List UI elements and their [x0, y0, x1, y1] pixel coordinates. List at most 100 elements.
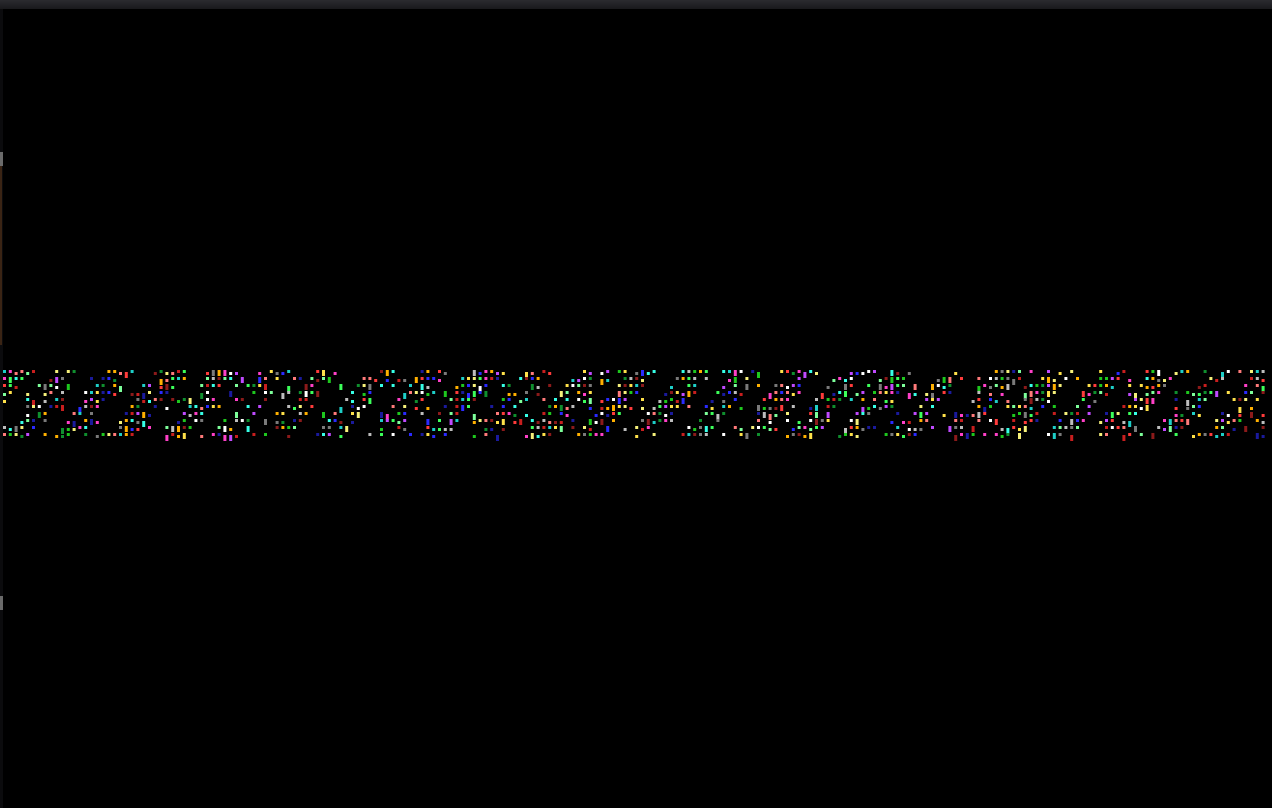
band-pixel: [264, 398, 267, 401]
band-pixel: [426, 370, 430, 373]
band-pixel: [890, 370, 894, 376]
band-pixel: [182, 433, 186, 439]
band-pixel: [420, 391, 424, 394]
band-pixel: [438, 419, 441, 422]
band-pixel: [873, 370, 876, 373]
band-pixel: [124, 372, 128, 378]
band-pixel: [322, 370, 325, 376]
band-pixel: [1226, 421, 1230, 424]
band-pixel: [484, 428, 488, 431]
band-pixel: [1029, 419, 1033, 422]
band-pixel: [1110, 426, 1114, 429]
band-pixel: [107, 370, 111, 373]
band-pixel: [206, 384, 209, 387]
band-pixel: [211, 370, 215, 376]
window-title-bar[interactable]: [0, 0, 1272, 9]
band-pixel: [1180, 426, 1184, 429]
band-pixel: [496, 377, 499, 380]
band-pixel: [513, 393, 517, 396]
band-pixel: [704, 370, 708, 373]
band-pixel: [832, 393, 836, 396]
band-pixel: [194, 412, 198, 415]
band-pixel: [148, 400, 151, 403]
band-pixel: [287, 435, 291, 438]
band-pixel: [472, 377, 476, 380]
band-pixel: [426, 377, 430, 380]
band-pixel: [1076, 405, 1079, 408]
band-pixel: [809, 412, 813, 415]
band-pixel: [136, 428, 140, 431]
band-pixel: [356, 407, 360, 410]
band-pixel: [815, 412, 818, 418]
band-pixel: [513, 414, 517, 417]
band-pixel: [84, 426, 88, 429]
band-pixel: [519, 400, 523, 403]
band-pixel: [530, 372, 534, 375]
band-pixel: [774, 407, 778, 410]
band-pixel: [693, 428, 697, 431]
band-pixel: [960, 414, 963, 417]
colored-pixel-band: [3, 370, 1265, 441]
band-pixel: [623, 384, 627, 387]
band-pixel: [1052, 379, 1056, 382]
band-pixel: [774, 398, 778, 401]
band-pixel: [884, 391, 888, 394]
band-pixel: [699, 433, 702, 436]
band-pixel: [687, 405, 691, 408]
band-pixel: [728, 379, 731, 382]
band-pixel: [37, 405, 41, 408]
band-pixel: [310, 377, 314, 380]
band-pixel: [333, 412, 337, 415]
band-pixel: [710, 412, 714, 415]
band-pixel: [1110, 377, 1114, 380]
band-pixel: [316, 391, 320, 397]
band-pixel: [896, 412, 900, 415]
band-pixel: [1128, 393, 1132, 396]
band-pixel: [501, 372, 505, 375]
band-pixel: [397, 398, 401, 401]
band-pixel: [519, 419, 523, 425]
band-pixel: [704, 405, 708, 408]
band-pixel: [1000, 393, 1004, 396]
band-pixel: [281, 393, 285, 399]
band-pixel: [1186, 370, 1190, 373]
band-pixel: [275, 412, 279, 415]
band-pixel: [867, 370, 871, 373]
band-pixel: [177, 426, 180, 432]
band-pixel: [136, 405, 140, 408]
band-pixel: [878, 384, 882, 390]
band-pixel: [1047, 384, 1050, 387]
band-pixel: [119, 421, 122, 424]
band-pixel: [95, 391, 99, 394]
band-pixel: [159, 391, 163, 394]
band-pixel: [148, 426, 151, 429]
band-pixel: [1087, 393, 1091, 396]
band-pixel: [177, 421, 180, 424]
band-pixel: [159, 398, 163, 401]
band-pixel: [571, 419, 575, 422]
band-pixel: [1000, 435, 1004, 438]
band-pixel: [43, 393, 47, 396]
band-pixel: [594, 433, 598, 436]
band-pixel: [530, 426, 534, 429]
band-pixel: [733, 426, 737, 429]
band-pixel: [37, 384, 41, 387]
band-pixel: [716, 391, 720, 394]
band-pixel: [1134, 398, 1137, 401]
band-pixel: [675, 400, 679, 403]
band-pixel: [588, 398, 592, 404]
band-pixel: [989, 386, 992, 389]
band-pixel: [907, 372, 911, 375]
band-pixel: [588, 391, 592, 394]
band-pixel: [1151, 370, 1155, 373]
band-pixel: [1000, 386, 1004, 389]
band-pixel: [130, 393, 134, 396]
band-pixel: [1255, 370, 1259, 373]
band-pixel: [327, 426, 331, 429]
band-pixel: [942, 391, 946, 394]
band-pixel: [1087, 384, 1091, 387]
band-pixel: [159, 386, 163, 389]
band-pixel: [1192, 405, 1195, 408]
band-pixel: [32, 370, 35, 373]
band-pixel: [264, 384, 267, 390]
